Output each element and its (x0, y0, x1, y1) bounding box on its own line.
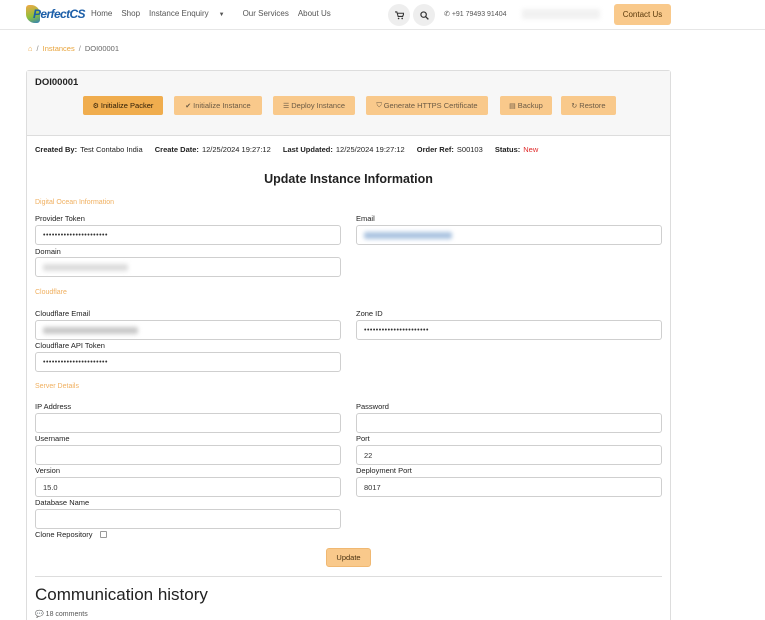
form-title: Update Instance Information (264, 172, 433, 186)
deployment-port-input[interactable]: 8017 (356, 477, 662, 497)
redacted-domain (43, 263, 128, 271)
ip-address-input[interactable] (35, 413, 341, 433)
card-header: DOI00001 ⚙ Initialize Packer ✔ Initialize … (27, 71, 670, 136)
section-cloudflare: Cloudflare (35, 289, 67, 296)
deploy-instance-button[interactable]: ☰ Deploy Instance (273, 96, 355, 115)
restore-button[interactable]: ↻ Restore (561, 96, 616, 115)
communication-history-title: Communication history (35, 585, 208, 604)
initialize-instance-label: Initialize Instance (193, 101, 251, 110)
check-icon: ✔ (185, 102, 192, 110)
generate-https-certificate-label: Generate HTTPS Certificate (383, 101, 478, 110)
username-label: Username (35, 434, 70, 443)
password-label: Password (356, 402, 389, 411)
version-label: Version (35, 466, 61, 475)
breadcrumb-separator: / (78, 44, 81, 53)
email-label: Email (356, 214, 375, 223)
section-server-details: Server Details (35, 383, 79, 390)
cloudflare-api-token-input[interactable]: •••••••••••••••••••••• (35, 352, 341, 372)
logo-text: PerfectCS (33, 7, 86, 21)
redacted-cloudflare-email (43, 326, 138, 334)
ip-address-label: IP Address (35, 402, 72, 411)
card-title: DOI00001 (35, 77, 79, 88)
cart-button[interactable] (388, 4, 410, 26)
deploy-instance-label: Deploy Instance (291, 101, 346, 110)
zone-id-input[interactable]: •••••••••••••••••••••• (356, 320, 662, 340)
deployment-port-label: Deployment Port (356, 466, 412, 475)
caret-down-icon: ▼ (218, 12, 225, 18)
create-date-value: 12/25/2024 19:27:12 (201, 145, 271, 154)
nav-links: Home Shop Instance Enquiry ▼ Our Services… (91, 9, 340, 18)
database-icon: ▤ (509, 102, 516, 110)
create-date-label: Create Date: (154, 145, 199, 154)
nav-link-instance-enquiry-label: Instance Enquiry (149, 9, 209, 18)
status-badge: New (523, 145, 539, 154)
comment-icon: 💬 (35, 611, 46, 618)
breadcrumb-separator: / (36, 44, 39, 53)
domain-input[interactable] (35, 257, 341, 277)
zone-id-label: Zone ID (356, 309, 383, 318)
backup-button[interactable]: ▤ Backup (500, 96, 552, 115)
redacted-nav-text (522, 9, 600, 19)
port-input[interactable]: 22 (356, 445, 662, 465)
comments-count[interactable]: 💬 18 comments (35, 610, 88, 618)
initialize-instance-button[interactable]: ✔ Initialize Instance (174, 96, 262, 115)
last-updated-label: Last Updated: (282, 145, 333, 154)
cloudflare-api-token-label: Cloudflare API Token (35, 341, 105, 350)
clone-repository-checkbox[interactable] (100, 531, 107, 538)
cart-icon (394, 10, 404, 19)
section-digital-ocean: Digital Ocean Information (35, 199, 114, 206)
backup-label: Backup (517, 101, 543, 110)
restore-label: Restore (579, 101, 606, 110)
nav-link-our-services[interactable]: Our Services (243, 9, 289, 18)
breadcrumb: ⌂ / Instances / DOI00001 (28, 44, 119, 53)
breadcrumb-instances[interactable]: Instances (43, 44, 75, 53)
generate-https-certificate-button[interactable]: ⛉ Generate HTTPS Certificate (366, 96, 488, 115)
initialize-packer-button[interactable]: ⚙ Initialize Packer (83, 96, 163, 115)
phone-icon: ✆ (444, 11, 452, 18)
nav-link-home[interactable]: Home (91, 9, 112, 18)
last-updated-value: 12/25/2024 19:27:12 (335, 145, 405, 154)
created-by-label: Created By: (35, 145, 78, 154)
provider-token-label: Provider Token (35, 214, 85, 223)
cloudflare-email-label: Cloudflare Email (35, 309, 91, 318)
navbar: PerfectCS Home Shop Instance Enquiry ▼ Ou… (0, 0, 765, 30)
redacted-email (364, 231, 452, 239)
search-button[interactable] (413, 4, 435, 26)
instance-meta: Created By: Test Contabo India Create Dat… (35, 145, 538, 154)
gear-icon: ⚙ (92, 102, 99, 110)
username-input[interactable] (35, 445, 341, 465)
order-ref-label: Order Ref: (416, 145, 454, 154)
phone-number[interactable]: ✆ +91 79493 91404 (444, 10, 507, 18)
created-by-value: Test Contabo India (80, 145, 143, 154)
email-input[interactable] (356, 225, 662, 245)
comments-count-text: 18 comments (45, 611, 88, 618)
order-ref-value: S00103 (456, 145, 483, 154)
nav-link-instance-enquiry[interactable]: Instance Enquiry ▼ (149, 9, 234, 18)
clone-repository-label: Clone Repository (35, 530, 93, 539)
contact-us-button[interactable]: Contact Us (614, 4, 671, 25)
search-icon (419, 10, 429, 20)
home-icon[interactable]: ⌂ (28, 44, 33, 53)
phone-text: +91 79493 91404 (451, 11, 507, 18)
refresh-icon: ↻ (571, 102, 578, 110)
database-name-label: Database Name (35, 498, 90, 507)
nav-link-shop[interactable]: Shop (121, 9, 140, 18)
nav-link-about-us[interactable]: About Us (298, 9, 331, 18)
port-label: Port (356, 434, 370, 443)
shield-icon: ⛉ (376, 101, 382, 109)
domain-label: Domain (35, 247, 61, 256)
update-button[interactable]: Update (326, 548, 371, 567)
database-name-input[interactable] (35, 509, 341, 529)
logo[interactable]: PerfectCS (26, 3, 86, 25)
password-input[interactable] (356, 413, 662, 433)
breadcrumb-current: DOI00001 (84, 44, 120, 53)
status-label: Status: (494, 145, 521, 154)
initialize-packer-label: Initialize Packer (100, 101, 154, 110)
cloudflare-email-input[interactable] (35, 320, 341, 340)
list-icon: ☰ (282, 102, 290, 110)
version-input[interactable]: 15.0 (35, 477, 341, 497)
divider (35, 576, 662, 577)
provider-token-input[interactable]: •••••••••••••••••••••• (35, 225, 341, 245)
instance-card: DOI00001 ⚙ Initialize Packer ✔ Initialize … (26, 70, 671, 620)
